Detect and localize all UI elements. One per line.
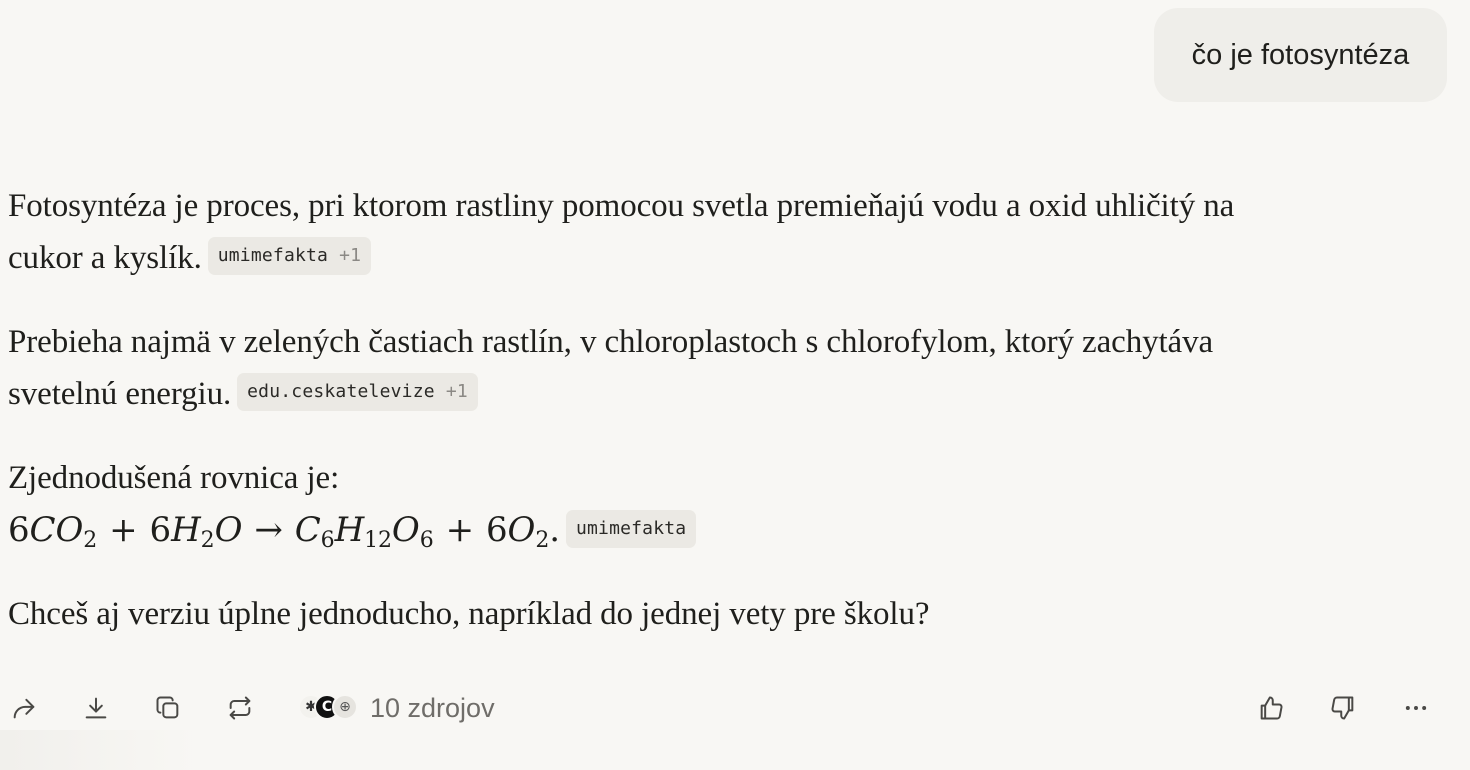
eq-arrow: → <box>254 510 283 550</box>
answer-paragraph-2: Prebieha najmä v zelených častiach rastl… <box>8 316 1213 420</box>
citation-chip-label: edu.ceskatelevize <box>247 381 435 403</box>
citation-chip-more: +1 <box>445 381 468 403</box>
paragraph-2-line-2-wrap: svetelnú energiu. edu.ceskatelevize +1 <box>8 368 1213 420</box>
eq-o: O <box>214 510 243 550</box>
more-icon <box>1405 706 1427 710</box>
eq-o: O <box>391 510 420 550</box>
eq-dot: . <box>549 510 560 550</box>
sources-button[interactable]: ✱ C ⊕ 10 zdrojov <box>298 690 495 726</box>
thumbs-down-button[interactable] <box>1325 690 1361 726</box>
user-message-bubble: čo je fotosyntéza <box>1154 8 1447 102</box>
citation-chip-edu-ceskatelevize[interactable]: edu.ceskatelevize +1 <box>237 373 478 412</box>
download-icon <box>85 697 107 719</box>
paragraph-1-line-1: Fotosyntéza je proces, pri ktorom rastli… <box>8 188 1235 224</box>
eq-coef-3: 6 <box>486 510 508 550</box>
eq-sub: 12 <box>364 528 392 553</box>
download-button[interactable] <box>78 690 114 726</box>
chemical-equation: 6CO2 +6H2O → C6H12O6 +6O2. <box>8 504 560 556</box>
source-favicons: ✱ C ⊕ <box>298 693 364 723</box>
eq-sub: 6 <box>419 528 434 553</box>
eq-h: H <box>171 510 201 550</box>
rewrite-button[interactable] <box>222 690 258 726</box>
thumbs-up-button[interactable] <box>1253 690 1289 726</box>
answer-paragraph-1: Fotosyntéza je proces, pri ktorom rastli… <box>8 180 1234 284</box>
eq-plus: + <box>109 510 138 550</box>
eq-co: CO <box>29 510 84 550</box>
paragraph-2-line-2: svetelnú energiu. <box>8 376 232 412</box>
eq-o: O <box>507 510 536 550</box>
answer-paragraph-4: Chceš aj verziu úplne jednoducho, naprík… <box>8 588 930 640</box>
user-message-text: čo je fotosyntéza <box>1191 38 1410 71</box>
rewrite-icon <box>229 696 251 720</box>
eq-sub: 2 <box>535 528 550 553</box>
paragraph-2-line-1: Prebieha najmä v zelených častiach rastl… <box>8 324 1214 360</box>
eq-coef-1: 6 <box>8 510 30 550</box>
citation-chip-more: +1 <box>339 245 362 267</box>
citation-chip-umimefakta[interactable]: umimefakta <box>565 510 697 549</box>
answer-paragraph-3: Zjednodušená rovnica je: 6CO2 +6H2O → C6H12… <box>8 452 697 557</box>
eq-coef-2: 6 <box>149 510 172 550</box>
eq-sub: 6 <box>320 528 335 553</box>
message-actions-toolbar: ✱ C ⊕ 10 zdrojov <box>0 680 1470 736</box>
paragraph-3-line-2-wrap: 6CO2 +6H2O → C6H12O6 +6O2. umimefakta <box>8 504 697 557</box>
eq-sub: 2 <box>83 528 98 553</box>
more-options-button[interactable] <box>1398 690 1434 726</box>
citation-chip-umimefakta[interactable]: umimefakta +1 <box>207 237 372 276</box>
paragraph-1-line-2: cukor a kyslík. <box>8 240 202 276</box>
citation-chip-label: umimefakta <box>575 518 687 540</box>
eq-sub: 2 <box>200 528 215 553</box>
copy-icon <box>156 696 179 719</box>
thumbs-up-icon <box>1260 696 1283 720</box>
copy-button[interactable] <box>150 690 186 726</box>
bottom-left-fade <box>0 730 200 770</box>
paragraph-3-line-1: Zjednodušená rovnica je: <box>8 460 340 496</box>
share-icon <box>13 698 35 719</box>
eq-c: C <box>294 510 321 550</box>
sources-label: 10 zdrojov <box>370 692 495 723</box>
eq-plus: + <box>445 510 474 550</box>
paragraph-4-line-1: Chceš aj verziu úplne jednoducho, naprík… <box>8 596 930 632</box>
thumbs-down-icon <box>1331 696 1354 720</box>
share-button[interactable] <box>6 690 42 726</box>
citation-chip-label: umimefakta <box>217 245 329 267</box>
globe-icon: ⊕ <box>332 694 358 720</box>
eq-h: H <box>334 510 365 550</box>
paragraph-1-line-2-wrap: cukor a kyslík. umimefakta +1 <box>8 232 1234 284</box>
